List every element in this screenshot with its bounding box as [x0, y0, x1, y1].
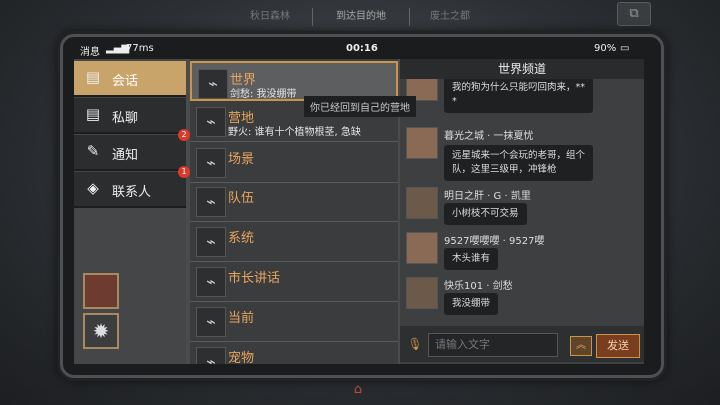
contacts-badge: 1: [178, 166, 190, 178]
satellite-dish-icon: ⌁: [196, 307, 226, 337]
chat-icon: ▤: [85, 68, 101, 86]
channel-scene[interactable]: ⌁ 场景: [190, 142, 398, 183]
chat-bubble: 木头谁有: [444, 248, 499, 270]
channel-name: 宠物: [228, 351, 255, 364]
channel-name: 系统: [228, 231, 255, 246]
toast-message: 你已经回到自己的营地: [304, 96, 416, 117]
notice-badge: 2: [178, 129, 190, 141]
satellite-dish-icon: ⌁: [196, 227, 226, 257]
satellite-dish-icon: ⌁: [196, 347, 226, 364]
nav-item-notices[interactable]: ✎ 通知 2: [74, 129, 190, 171]
camera-icon[interactable]: ⧉: [617, 2, 651, 26]
channel-pet[interactable]: ⌁ 宠物: [190, 341, 398, 364]
nav-item-contacts[interactable]: ◈ 联系人 1: [74, 166, 190, 208]
channel-name: 当前: [228, 311, 255, 326]
clock: 00:16: [346, 43, 378, 54]
chat-input-bar: 🎙︎ 请输入文字 ︽ 发送: [400, 326, 644, 362]
avatar[interactable]: [406, 232, 438, 264]
expand-up-icon[interactable]: ︽: [570, 336, 592, 356]
satellite-dish-icon: ⌁: [196, 187, 226, 217]
chat-nickname: 暮光之城 · 一抹夏忧: [444, 131, 534, 142]
chat-nickname: 明日之肝 · G · 凯里: [444, 191, 531, 202]
channel-current[interactable]: ⌁ 当前: [190, 301, 398, 342]
home-icon[interactable]: ⌂: [349, 382, 367, 398]
top-tab-3[interactable]: 废土之都: [410, 8, 490, 26]
status-label: 消息: [80, 47, 100, 58]
nav-item-sessions[interactable]: ▤ 会话: [74, 61, 186, 97]
gear-icon[interactable]: ✹: [83, 313, 119, 349]
satellite-dish-icon: ⌁: [196, 107, 226, 137]
nav-label: 联系人: [112, 185, 152, 200]
chat-line: 队，这里三级甲，冲锋枪: [452, 164, 557, 175]
chat-nickname: 快乐101 · 剑愁: [444, 281, 513, 292]
chat-feed[interactable]: 我的狗为什么只能叼回肉来，** * 暮光之城 · 一抹夏忧 远星城来一个会玩的老…: [400, 79, 644, 324]
channel-world[interactable]: ⌁ 世界 剑愁: 我没绷带: [190, 61, 398, 101]
channel-last-message: 剑愁: 我没绷带: [230, 89, 297, 100]
top-tab-1[interactable]: 秋日森林: [230, 8, 310, 26]
private-chat-icon: ▤: [85, 105, 101, 123]
avatar[interactable]: [406, 187, 438, 219]
channel-last-message: 野火: 谁有十个植物根茎, 急缺: [228, 127, 361, 138]
chat-nickname: 9527嚶嚶嚶 · 9527嚶: [444, 236, 545, 247]
chat-line: 远星城来一个会玩的老哥，组个: [452, 150, 586, 161]
avatar[interactable]: [406, 277, 438, 309]
channel-name: 场景: [228, 152, 255, 167]
chat-line: 我的狗为什么只能叼回肉来，**: [452, 82, 586, 93]
satellite-dish-icon: ⌁: [196, 267, 226, 297]
megaphone-icon: ✎: [86, 142, 100, 160]
satellite-dish-icon: ⌁: [196, 148, 226, 178]
chat-bubble: 我没绷带: [444, 293, 499, 315]
battery-value: 90%: [594, 43, 617, 54]
phone-screen: ▤ 会话 ▤ 私聊 ✎ 通知 2 ◈ 联系人 1 ✹ ⌁ 世界 剑愁: 我没绷带…: [74, 59, 644, 364]
channel-name: 队伍: [228, 191, 255, 206]
chat-bubble: 远星城来一个会玩的老哥，组个 队，这里三级甲，冲锋枪: [444, 145, 594, 181]
send-button[interactable]: 发送: [596, 334, 640, 358]
nav-item-private[interactable]: ▤ 私聊: [74, 98, 186, 134]
chat-line: *: [452, 96, 457, 107]
satellite-dish-icon: ⌁: [198, 69, 228, 99]
microphone-icon[interactable]: 🎙︎: [406, 334, 424, 354]
contacts-icon: ◈: [87, 179, 99, 197]
nav-label: 通知: [112, 148, 139, 163]
sidebar: ▤ 会话 ▤ 私聊 ✎ 通知 2 ◈ 联系人 1 ✹: [74, 59, 190, 364]
chat-bubble: 小树枝不可交易: [444, 203, 527, 225]
world-channel-panel: 世界频道 我的狗为什么只能叼回肉来，** * 暮光之城 · 一抹夏忧 远星城来一…: [400, 59, 644, 364]
nav-label: 私聊: [112, 111, 139, 126]
channel-mayor[interactable]: ⌁ 市长讲话: [190, 261, 398, 302]
status-bar: 消息 ▂▄▆ 77ms 00:16 90% ▭: [74, 41, 644, 59]
channel-system[interactable]: ⌁ 系统: [190, 221, 398, 262]
top-tab-2[interactable]: 到达目的地: [312, 8, 410, 26]
avatar[interactable]: [83, 273, 119, 309]
channel-team[interactable]: ⌁ 队伍: [190, 181, 398, 222]
chat-bubble: 我的狗为什么只能叼回肉来，** *: [444, 79, 594, 113]
chat-line: 我没绷带: [452, 298, 491, 309]
top-bar: 秋日森林 到达目的地 废土之都 ⧉: [0, 0, 720, 30]
world-channel-title: 世界频道: [400, 59, 644, 79]
chat-line: 木头谁有: [452, 253, 491, 264]
ping-value: 77ms: [126, 43, 154, 54]
chat-line: 小树枝不可交易: [452, 208, 519, 219]
avatar[interactable]: [406, 127, 438, 159]
channel-name: 市长讲话: [228, 271, 281, 286]
message-input[interactable]: 请输入文字: [428, 333, 558, 357]
nav-label: 会话: [112, 74, 139, 89]
battery-icon: ▭: [620, 43, 630, 54]
